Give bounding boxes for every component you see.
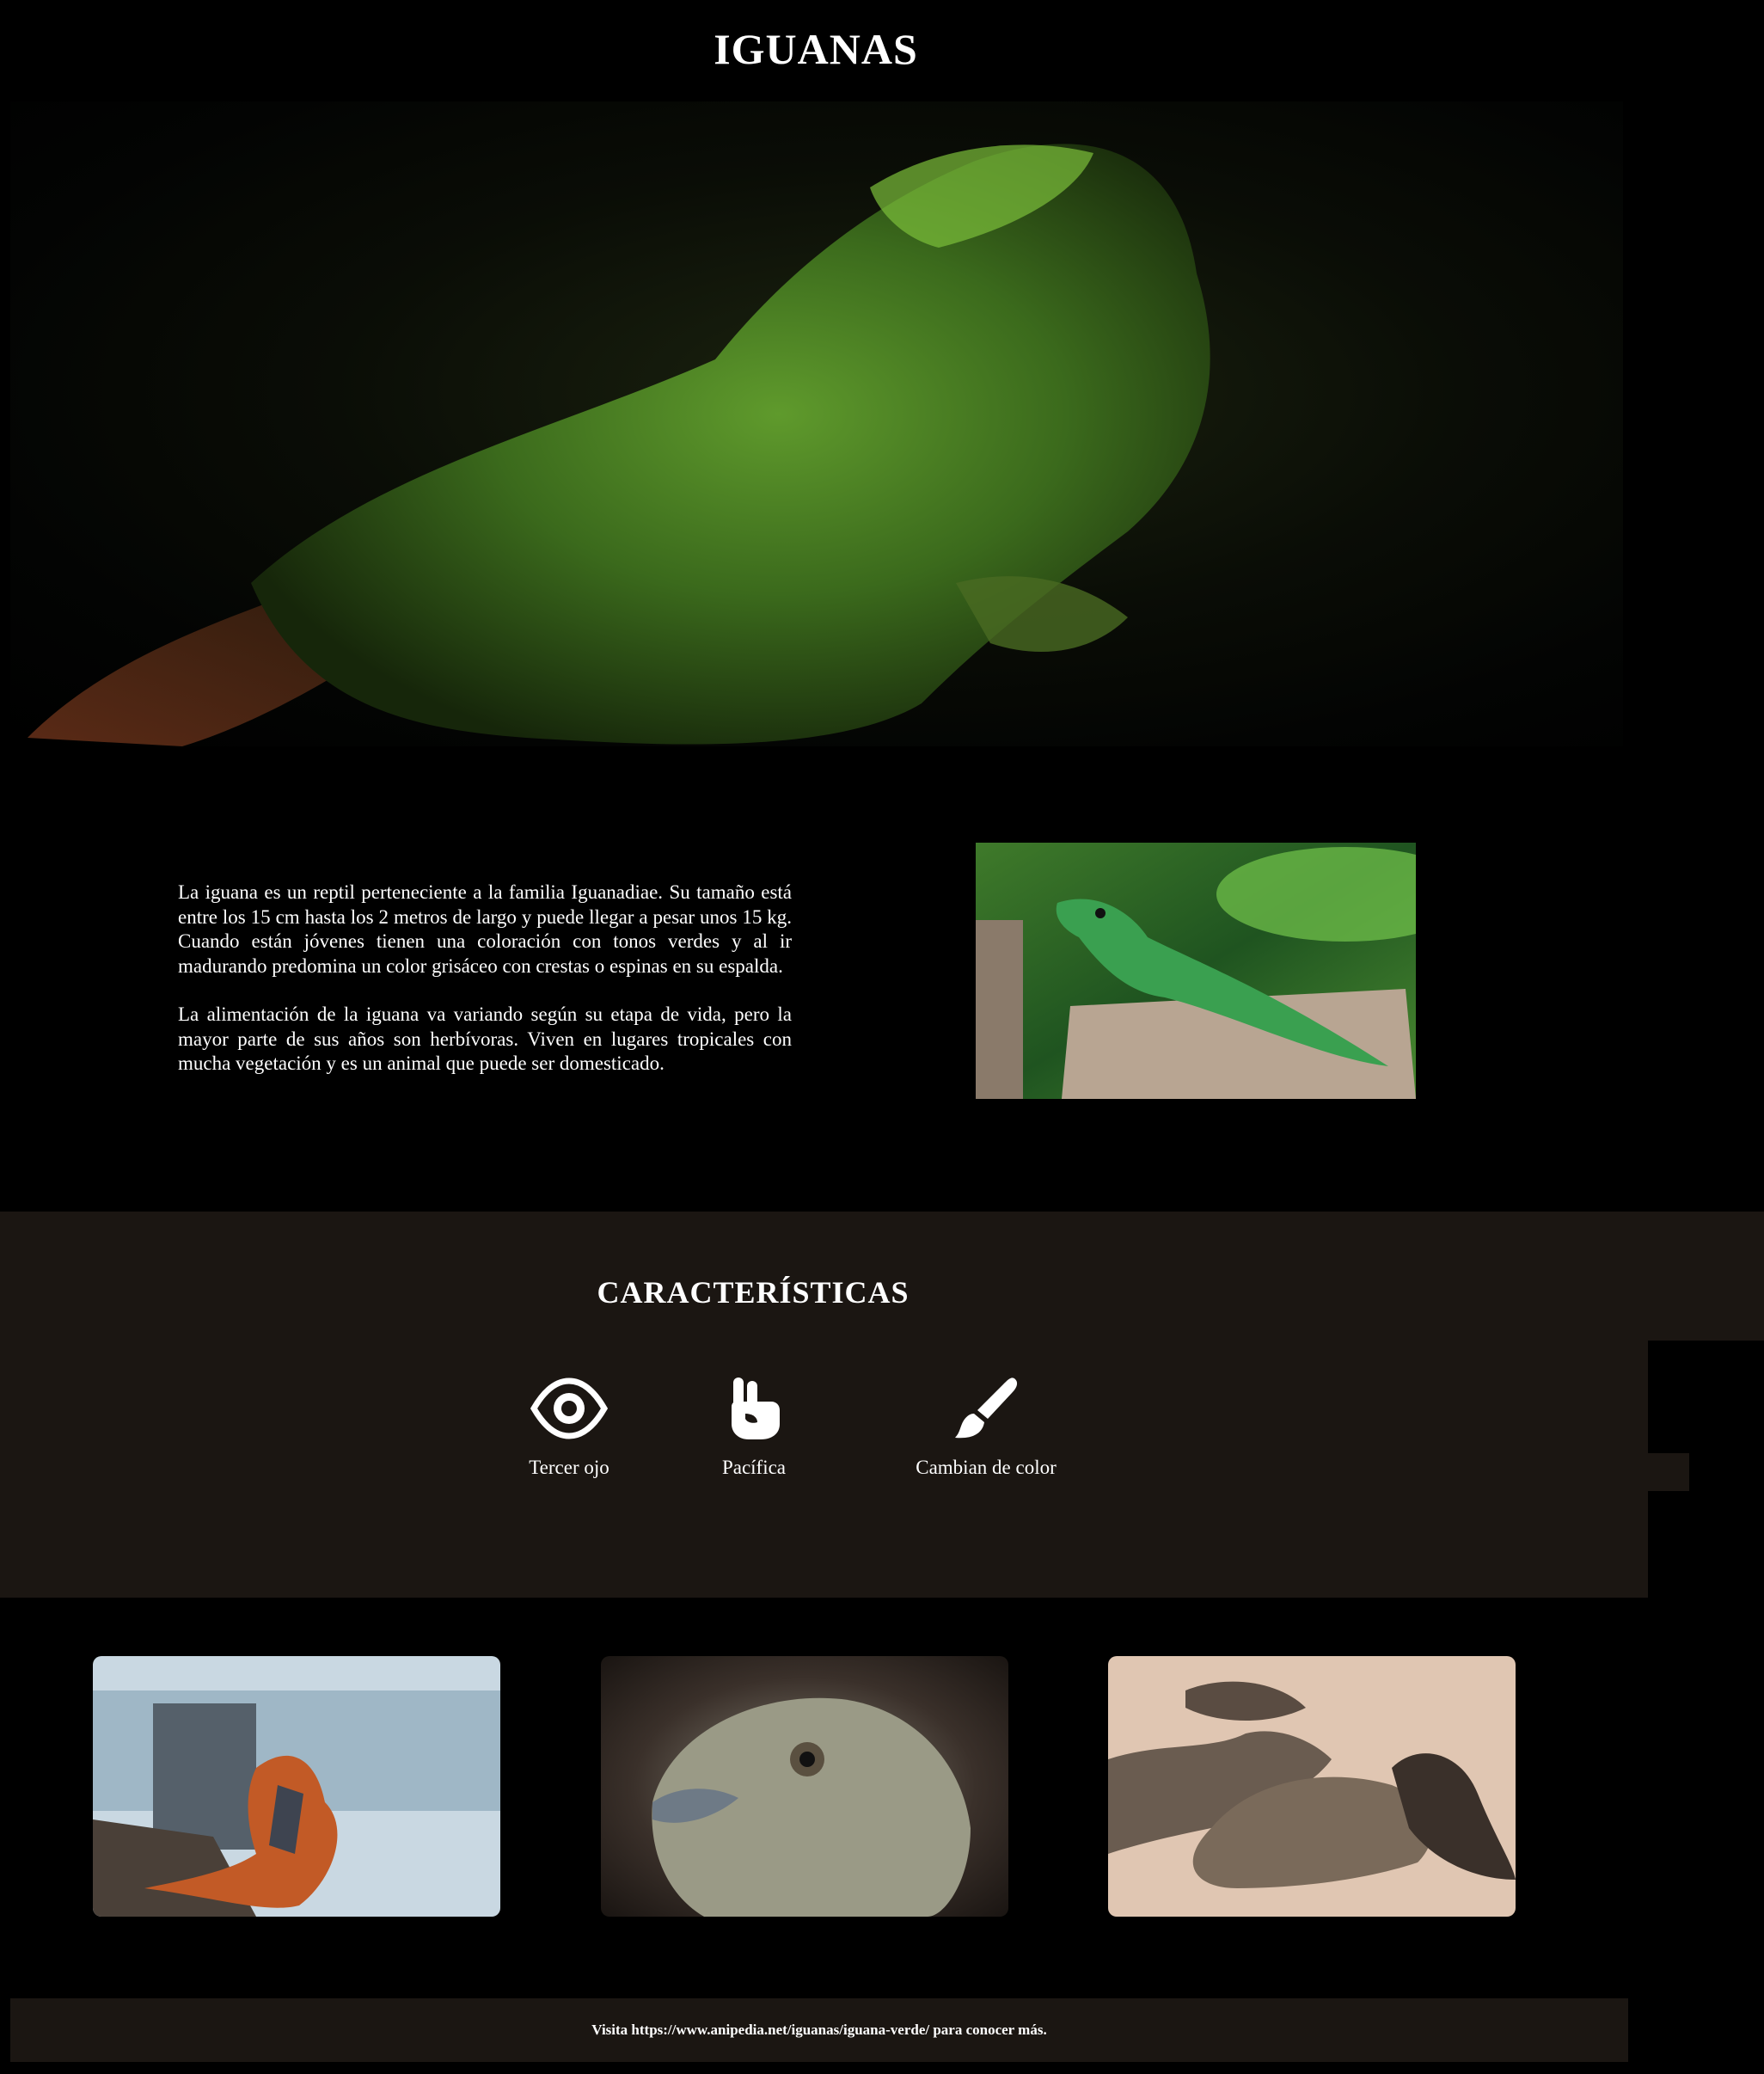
feature-label: Pacífica bbox=[721, 1457, 787, 1478]
feature-item-pacifica: Pacífica bbox=[668, 1376, 840, 1479]
paintbrush-icon bbox=[955, 1378, 1018, 1439]
footer-text: Visita https://www.anipedia.net/iguanas/… bbox=[591, 2022, 1047, 2038]
feature-item-tercer-ojo: Tercer ojo bbox=[483, 1376, 655, 1479]
feature-label: Cambian de color bbox=[916, 1457, 1057, 1478]
intro-text: La iguana es un reptil perteneciente a l… bbox=[178, 881, 792, 1101]
eye-icon bbox=[530, 1378, 608, 1439]
gallery-image-2 bbox=[601, 1656, 1008, 1917]
features-title: CARACTERÍSTICAS bbox=[597, 1275, 910, 1310]
gallery-image-1 bbox=[93, 1656, 500, 1917]
feature-label: Tercer ojo bbox=[529, 1457, 609, 1478]
hero-image bbox=[10, 101, 1623, 746]
peace-hand-icon bbox=[732, 1378, 780, 1439]
intro-paragraph: La alimentación de la iguana va variando… bbox=[178, 1003, 792, 1074]
feature-item-cambian-de-color: Cambian de color bbox=[900, 1376, 1072, 1479]
gallery-image-3 bbox=[1108, 1656, 1516, 1917]
footer: Visita https://www.anipedia.net/iguanas/… bbox=[10, 1998, 1628, 2062]
page-title: IGUANAS bbox=[714, 25, 918, 73]
features-section-edge bbox=[1648, 1453, 1689, 1491]
features-section-edge bbox=[1648, 1212, 1764, 1341]
intro-paragraph: La iguana es un reptil perteneciente a l… bbox=[178, 881, 792, 977]
intro-photo bbox=[976, 843, 1416, 1099]
